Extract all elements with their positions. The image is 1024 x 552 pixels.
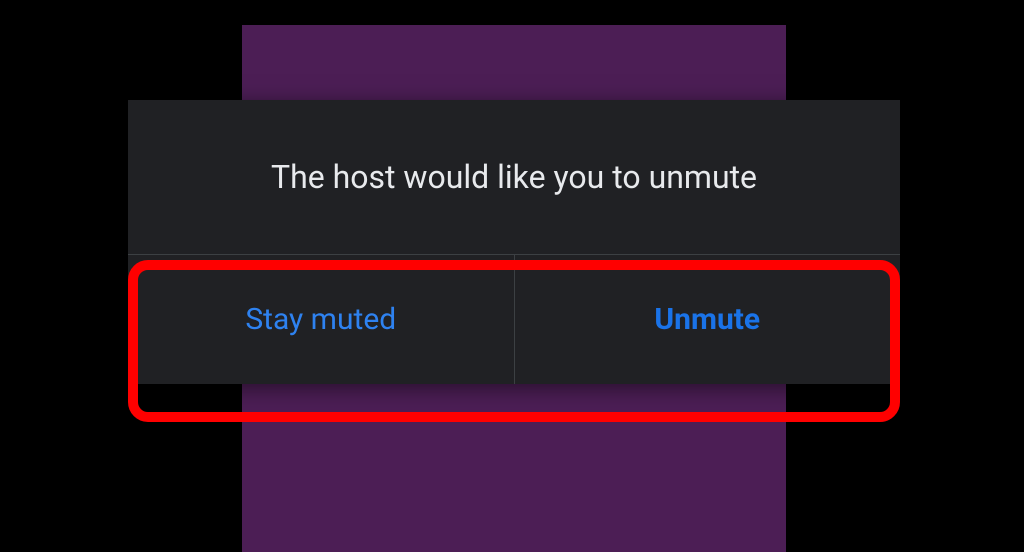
stay-muted-button[interactable]: Stay muted: [128, 255, 515, 384]
unmute-button[interactable]: Unmute: [515, 255, 901, 384]
dialog-button-row: Stay muted Unmute: [128, 254, 900, 384]
unmute-request-dialog: The host would like you to unmute Stay m…: [128, 100, 900, 384]
dialog-message: The host would like you to unmute: [128, 100, 900, 254]
